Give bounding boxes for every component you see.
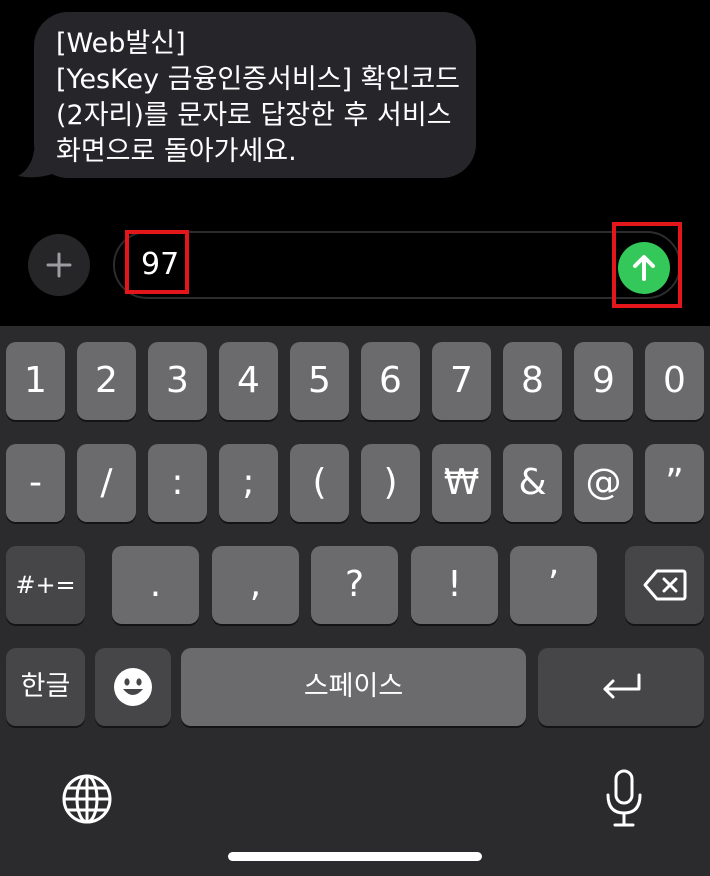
key-open-paren[interactable]: ( [290,444,349,522]
emoji-key[interactable] [95,648,171,726]
messages-screen: [Web발신] [YesKey 금융인증서비스] 확인코드 (2자리)를 문자로… [0,0,710,876]
space-key[interactable]: 스페이스 [181,648,526,726]
emoji-icon [114,668,152,706]
key-at[interactable]: @ [574,444,633,522]
key-8[interactable]: 8 [503,342,562,420]
message-line: 화면으로 돌아가세요. [56,136,297,167]
key-question[interactable]: ? [311,546,398,624]
key-quote[interactable]: ” [645,444,704,522]
key-ampersand[interactable]: & [503,444,562,522]
key-korean[interactable]: 한글 [6,648,85,726]
key-exclamation[interactable]: ! [411,546,498,624]
key-1[interactable]: 1 [6,342,65,420]
key-hyphen[interactable]: - [6,444,65,522]
send-highlight-box [612,222,682,308]
add-attachment-button[interactable] [28,234,90,296]
message-line: (2자리)를 문자로 답장한 후 서비스 [56,100,452,131]
microphone-icon [606,769,642,827]
key-colon[interactable]: : [148,444,207,522]
backspace-icon [643,569,686,601]
key-symbols[interactable]: #+= [6,546,85,624]
key-7[interactable]: 7 [432,342,491,420]
key-slash[interactable]: / [77,444,136,522]
message-line: [Web발신] [56,28,186,59]
numeric-keyboard: 1 2 3 4 5 6 7 8 9 0 - / : ; ( ) ₩ & @ ” … [0,326,710,876]
key-semicolon[interactable]: ; [219,444,278,522]
message-line: [YesKey 금융인증서비스] 확인코드 [56,64,461,95]
message-input[interactable]: 97 [113,231,681,299]
return-key[interactable] [538,648,704,726]
key-2[interactable]: 2 [77,342,136,420]
key-won[interactable]: ₩ [432,444,491,522]
return-icon [603,673,641,699]
key-apostrophe[interactable]: ’ [510,546,597,624]
globe-button[interactable] [60,772,114,826]
key-4[interactable]: 4 [219,342,278,420]
plus-icon [46,252,72,278]
key-9[interactable]: 9 [574,342,633,420]
key-period[interactable]: . [112,546,199,624]
key-3[interactable]: 3 [148,342,207,420]
message-bubble: [Web발신] [YesKey 금융인증서비스] 확인코드 (2자리)를 문자로… [34,12,476,178]
key-6[interactable]: 6 [361,342,420,420]
key-0[interactable]: 0 [645,342,704,420]
key-comma[interactable]: , [212,546,299,624]
input-highlight-box [125,230,189,294]
key-5[interactable]: 5 [290,342,349,420]
dictation-button[interactable] [602,768,646,830]
backspace-key[interactable] [625,546,704,624]
globe-icon [62,774,112,824]
key-close-paren[interactable]: ) [361,444,420,522]
home-indicator[interactable] [228,852,482,861]
